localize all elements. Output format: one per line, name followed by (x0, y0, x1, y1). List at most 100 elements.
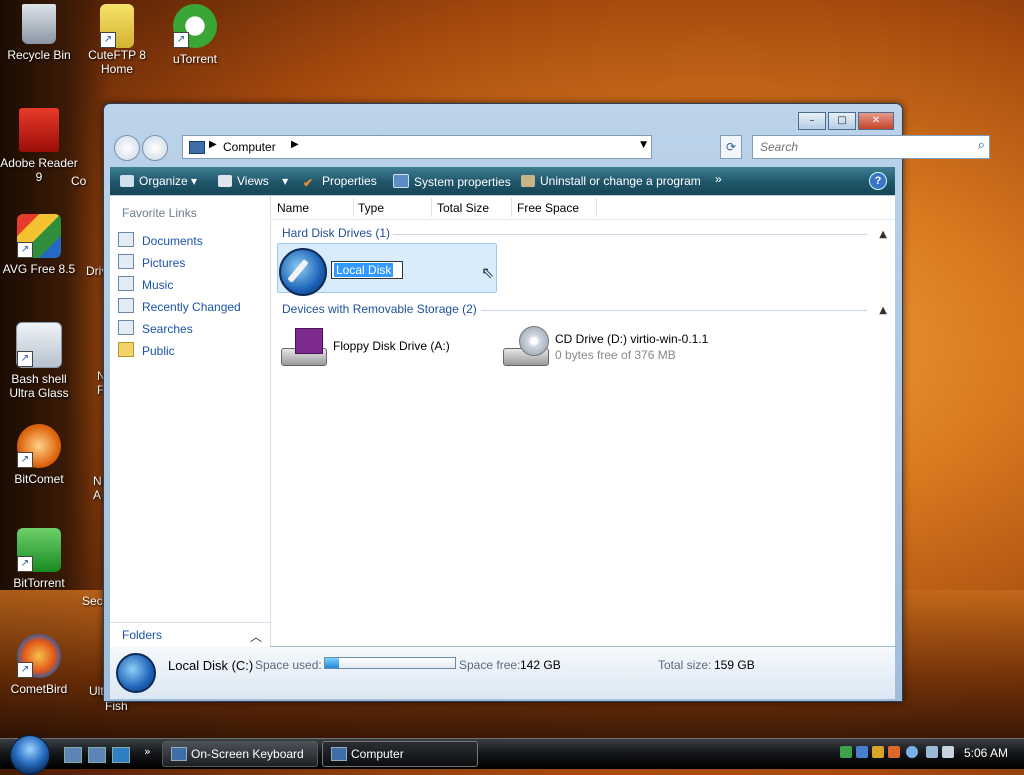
chevron-down-icon[interactable]: ▼ (640, 140, 647, 150)
folders-toggle[interactable]: Folders ︿ (110, 622, 270, 647)
search-input[interactable] (758, 139, 962, 155)
favorite-link-documents[interactable]: Documents (118, 232, 203, 250)
space-used-label: Space used: (255, 658, 322, 672)
cometbird-icon: ↗ (17, 634, 61, 678)
cuteftp-icon: ↗ (100, 4, 134, 48)
chevron-up-icon: ︿ (249, 630, 262, 644)
quick-launch-more-icon[interactable]: » (144, 745, 151, 758)
group-header-hard-disk-drives[interactable]: Hard Disk Drives (1) (282, 226, 390, 240)
breadcrumb-separator-icon[interactable]: ▶ (209, 139, 217, 150)
column-divider[interactable] (431, 198, 432, 217)
desktop-icon-bittorrent[interactable]: ↗ BitTorrent (0, 528, 81, 590)
uninstall-program-button[interactable]: Uninstall or change a program (521, 174, 701, 188)
computer-icon (331, 747, 347, 761)
favorite-link-public[interactable]: Public (118, 342, 175, 360)
bittorrent-icon: ↗ (17, 528, 61, 572)
column-header-free-space[interactable]: Free Space (517, 201, 579, 215)
favorite-link-pictures[interactable]: Pictures (118, 254, 185, 272)
clock[interactable]: 5:06 AM (964, 746, 1008, 760)
drive-item-floppy[interactable]: Floppy Disk Drive (A:) (279, 326, 489, 368)
tray-app-icon[interactable] (906, 746, 918, 758)
column-divider[interactable] (511, 198, 512, 217)
favorite-links-title: Favorite Links (122, 206, 197, 220)
shortcut-arrow-icon: ↗ (17, 662, 33, 678)
computer-icon (189, 141, 205, 154)
desktop-icon-adobe-reader[interactable]: Adobe Reader 9 (0, 108, 81, 184)
desktop-icon-bash-shell[interactable]: ↗ Bash shell Ultra Glass (0, 322, 81, 400)
quick-launch-icon[interactable] (112, 747, 130, 763)
details-drive-name: Local Disk (C:) (168, 658, 254, 673)
show-desktop-icon[interactable] (64, 747, 82, 763)
favorite-link-label: Searches (142, 322, 193, 336)
column-header-total-size[interactable]: Total Size (437, 201, 489, 215)
cd-drive-icon (501, 326, 549, 366)
navigation-bar: ▶ Computer ▶ ▼ ⟳ ⌕ (112, 133, 990, 161)
switch-windows-icon[interactable] (88, 747, 106, 763)
rename-input[interactable]: Local Disk (331, 261, 403, 279)
adobe-reader-icon (19, 108, 59, 152)
floppy-drive-icon (279, 326, 327, 366)
back-button[interactable] (114, 135, 140, 161)
search-box[interactable]: ⌕ (752, 135, 990, 159)
taskbar-button-computer[interactable]: Computer (322, 741, 478, 767)
start-button[interactable] (10, 735, 50, 775)
desktop-icon-cometbird[interactable]: ↗ CometBird (0, 634, 81, 696)
properties-button[interactable]: ✔ Properties (303, 174, 377, 190)
refresh-button[interactable]: ⟳ (720, 135, 742, 159)
group-divider (481, 310, 867, 311)
programs-icon (521, 175, 535, 187)
taskbar-button-on-screen-keyboard[interactable]: On-Screen Keyboard (162, 741, 318, 767)
properties-label: Properties (322, 174, 377, 188)
favorite-link-label: Public (142, 344, 175, 358)
system-properties-button[interactable]: System properties (393, 174, 511, 189)
drive-item-cd[interactable]: CD Drive (D:) virtio-win-0.1.1 0 bytes f… (501, 326, 761, 368)
organize-label: Organize (139, 174, 188, 188)
chevron-up-icon[interactable]: ▲ (879, 305, 887, 316)
space-used-fill (325, 658, 339, 668)
bitcomet-icon: ↗ (17, 424, 61, 468)
column-header-name[interactable]: Name (277, 201, 309, 215)
search-icon[interactable]: ⌕ (978, 138, 985, 153)
tray-app-icon[interactable] (872, 746, 884, 758)
favorite-link-music[interactable]: Music (118, 276, 173, 294)
breadcrumb-computer[interactable]: Computer (223, 140, 276, 154)
column-header-type[interactable]: Type (358, 201, 384, 215)
address-bar[interactable]: ▶ Computer ▶ ▼ (182, 135, 652, 159)
views-label: Views (237, 174, 269, 188)
favorite-link-recently-changed[interactable]: Recently Changed (118, 298, 241, 316)
desktop-icon-bitcomet[interactable]: ↗ BitComet (0, 424, 81, 486)
views-button[interactable]: Views ▾ (218, 174, 288, 188)
desktop-icon-cuteftp[interactable]: ↗ CuteFTP 8 Home (75, 4, 159, 76)
favorite-link-label: Recently Changed (142, 300, 241, 314)
breadcrumb-separator-icon[interactable]: ▶ (291, 139, 299, 150)
chevron-up-icon[interactable]: ▲ (879, 229, 887, 240)
tray-app-icon[interactable] (840, 746, 852, 758)
close-button[interactable]: ✕ (858, 112, 894, 130)
taskbar-button-label: Computer (351, 747, 404, 761)
tray-app-icon[interactable] (856, 746, 868, 758)
taskbar-button-label: On-Screen Keyboard (191, 747, 304, 761)
volume-icon[interactable] (942, 746, 954, 758)
desktop-icon-avg[interactable]: ↗ AVG Free 8.5 (0, 214, 81, 276)
column-divider[interactable] (353, 198, 354, 217)
desktop-icon-label: AVG Free 8.5 (2, 262, 76, 276)
utorrent-icon: ↗ (173, 4, 217, 48)
desktop-icon-label: BitTorrent (13, 576, 65, 590)
minimize-button[interactable]: – (798, 112, 826, 130)
folders-label: Folders (122, 628, 163, 642)
favorite-link-searches[interactable]: Searches (118, 320, 193, 338)
group-header-removable-storage[interactable]: Devices with Removable Storage (2) (282, 302, 477, 316)
desktop-icon-utorrent[interactable]: ↗ uTorrent (153, 4, 237, 66)
forward-button[interactable] (142, 135, 168, 161)
gear-icon: ↗ (16, 322, 62, 368)
shortcut-arrow-icon: ↗ (17, 242, 33, 258)
network-icon[interactable] (926, 746, 938, 758)
desktop-icon-recycle-bin[interactable]: Recycle Bin (0, 4, 81, 62)
maximize-button[interactable]: □ (828, 112, 856, 130)
column-divider[interactable] (596, 198, 597, 217)
help-icon[interactable]: ? (869, 172, 887, 190)
more-commands-button[interactable]: » (715, 172, 722, 186)
hard-disk-icon (116, 653, 156, 693)
organize-button[interactable]: Organize ▾ (120, 174, 197, 188)
tray-app-icon[interactable] (888, 746, 900, 758)
